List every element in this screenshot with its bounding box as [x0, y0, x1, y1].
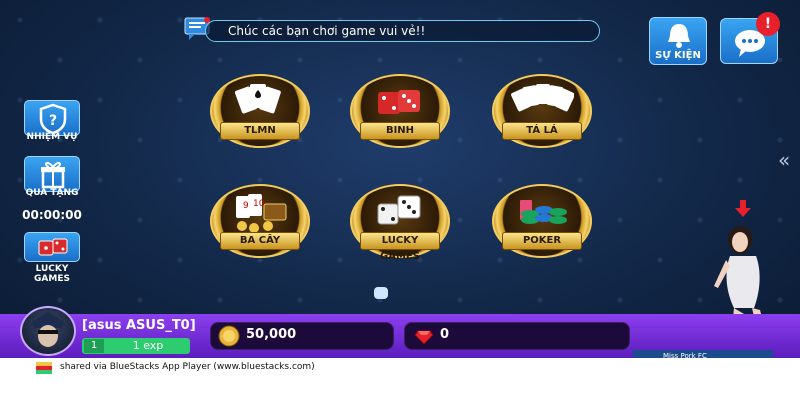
- coin-amount: 50,000: [246, 327, 297, 342]
- ruby-gem-icon: [414, 330, 434, 345]
- footer-text: shared via BlueStacks App Player (www.bl…: [60, 362, 315, 372]
- game-tile-poker[interactable]: POKER: [488, 184, 596, 266]
- playing-cards-icon: [511, 84, 574, 112]
- gem-balance: [404, 322, 630, 350]
- bell-icon: [668, 24, 690, 48]
- white-dice-icon: [377, 195, 421, 225]
- gold-coin-icon: [218, 325, 240, 347]
- lucky-games-label: LUCKY GAMES: [34, 264, 70, 284]
- game-tile-ta-la[interactable]: TÁ LÁ: [488, 74, 596, 156]
- game-label: TLMN: [220, 122, 300, 140]
- expand-panel-icon[interactable]: «: [778, 148, 790, 172]
- game-tile-lucky-games[interactable]: LUCKY GAMES: [346, 184, 454, 266]
- game-label: BA CÂY: [220, 232, 300, 250]
- marquee-announcement: Chúc các bạn chơi game vui vẻ!!: [205, 20, 600, 42]
- game-label: POKER: [502, 232, 582, 250]
- game-label: TÁ LÁ: [502, 122, 582, 140]
- avatar-character-icon: [32, 312, 64, 347]
- game-label: BINH: [360, 122, 440, 140]
- page-indicator-dot[interactable]: [374, 287, 388, 299]
- playing-cards-icon: [234, 84, 281, 114]
- dice-icon: [378, 90, 420, 114]
- notification-badge: !: [756, 12, 780, 36]
- game-tile-tlmn[interactable]: TLMN: [206, 74, 314, 156]
- avatar[interactable]: [20, 306, 76, 356]
- gem-amount: 0: [440, 327, 450, 342]
- lucky-games-button[interactable]: [24, 232, 80, 262]
- treasure-cards-icon: 9 10: [236, 194, 287, 233]
- poker-chips-icon: [520, 200, 567, 224]
- game-lobby: Chúc các bạn chơi game vui vẻ!! SỰ KIỆN …: [0, 0, 800, 358]
- gift-timer: 00:00:00: [22, 208, 82, 222]
- bluestacks-logo-icon: [36, 362, 52, 374]
- down-arrow-icon: [735, 200, 751, 217]
- game-tile-ba-cay[interactable]: 9 10 BA CÂY: [206, 184, 314, 266]
- mission-button[interactable]: ?: [24, 100, 80, 136]
- game-label: LUCKY GAMES: [360, 232, 440, 262]
- gift-label: QUÀ TẶNG: [25, 188, 79, 198]
- dice-icon: [38, 238, 68, 256]
- gift-button[interactable]: [24, 156, 80, 192]
- mission-label: NHIỆM VỤ: [26, 132, 78, 142]
- svg-text:10: 10: [253, 199, 265, 209]
- event-label: SỰ KIỆN: [655, 50, 701, 61]
- game-tile-binh[interactable]: BINH: [346, 74, 454, 156]
- svg-text:?: ?: [49, 113, 57, 129]
- svg-text:9: 9: [243, 201, 249, 211]
- exp-text: 1 exp: [132, 339, 164, 352]
- level-badge: 1: [84, 339, 104, 353]
- username: [asus ASUS_T0]: [82, 318, 196, 333]
